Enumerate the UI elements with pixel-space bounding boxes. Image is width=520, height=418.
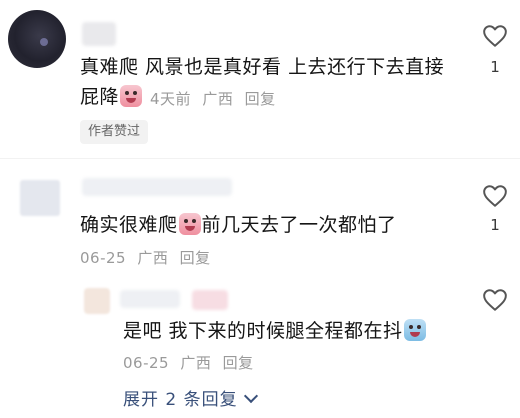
crying-emoji-icon — [178, 213, 201, 235]
username-blurred[interactable] — [82, 178, 232, 196]
comment-time: 4天前 — [150, 90, 192, 108]
reply-text: 是吧 我下来的时候腿全程都在抖 — [123, 316, 427, 346]
crying-emoji-icon — [120, 85, 143, 107]
reply-time: 06-25 — [123, 354, 170, 372]
comment-text-line: 前几天去了一次都怕了 — [201, 214, 397, 236]
avatar-detail — [40, 38, 48, 46]
like-heart-icon[interactable] — [482, 24, 508, 48]
comment-location: 广西 — [202, 90, 234, 108]
author-liked-badge: 作者赞过 — [80, 120, 149, 144]
comment-text: 确实很难爬 前几天去了一次都怕了 — [80, 210, 397, 240]
avatar[interactable] — [8, 10, 66, 68]
avatar[interactable] — [84, 288, 110, 314]
like-count: 1 — [490, 58, 500, 76]
comment-text-cont: 屁降 — [80, 82, 143, 112]
comment-meta: 4天前 广西 回复 — [150, 88, 282, 109]
username-blurred[interactable] — [82, 22, 116, 46]
comment-text: 真难爬 风景也是真好看 上去还行下去直接 — [80, 52, 444, 82]
reply-button[interactable]: 回复 — [223, 354, 254, 372]
comment-meta: 06-25 广西 回复 — [80, 247, 217, 268]
comment-text-line: 屁降 — [80, 86, 120, 108]
chevron-down-icon — [243, 388, 258, 404]
reply-text-line: 是吧 我下来的时候腿全程都在抖 — [123, 320, 403, 342]
comment-location: 广西 — [137, 249, 169, 267]
like-heart-icon[interactable] — [482, 288, 508, 312]
username-blurred[interactable] — [192, 290, 228, 310]
reply-button[interactable]: 回复 — [245, 90, 276, 108]
avatar[interactable] — [20, 180, 60, 216]
reply-meta: 06-25 广西 回复 — [123, 352, 260, 373]
username-blurred[interactable] — [120, 290, 180, 308]
reply-location: 广西 — [180, 354, 212, 372]
like-heart-icon[interactable] — [482, 184, 508, 208]
comment-time: 06-25 — [80, 249, 127, 267]
reply-button[interactable]: 回复 — [180, 249, 211, 267]
comment-text-line: 确实很难爬 — [80, 214, 178, 236]
comment-text-line: 真难爬 风景也是真好看 上去还行下去直接 — [80, 56, 445, 78]
expand-replies-label: 展开 2 条回复 — [123, 390, 238, 410]
like-count: 1 — [490, 216, 500, 234]
shaking-emoji-icon — [403, 319, 426, 341]
divider — [0, 158, 520, 159]
expand-replies-button[interactable]: 展开 2 条回复 — [123, 385, 258, 410]
